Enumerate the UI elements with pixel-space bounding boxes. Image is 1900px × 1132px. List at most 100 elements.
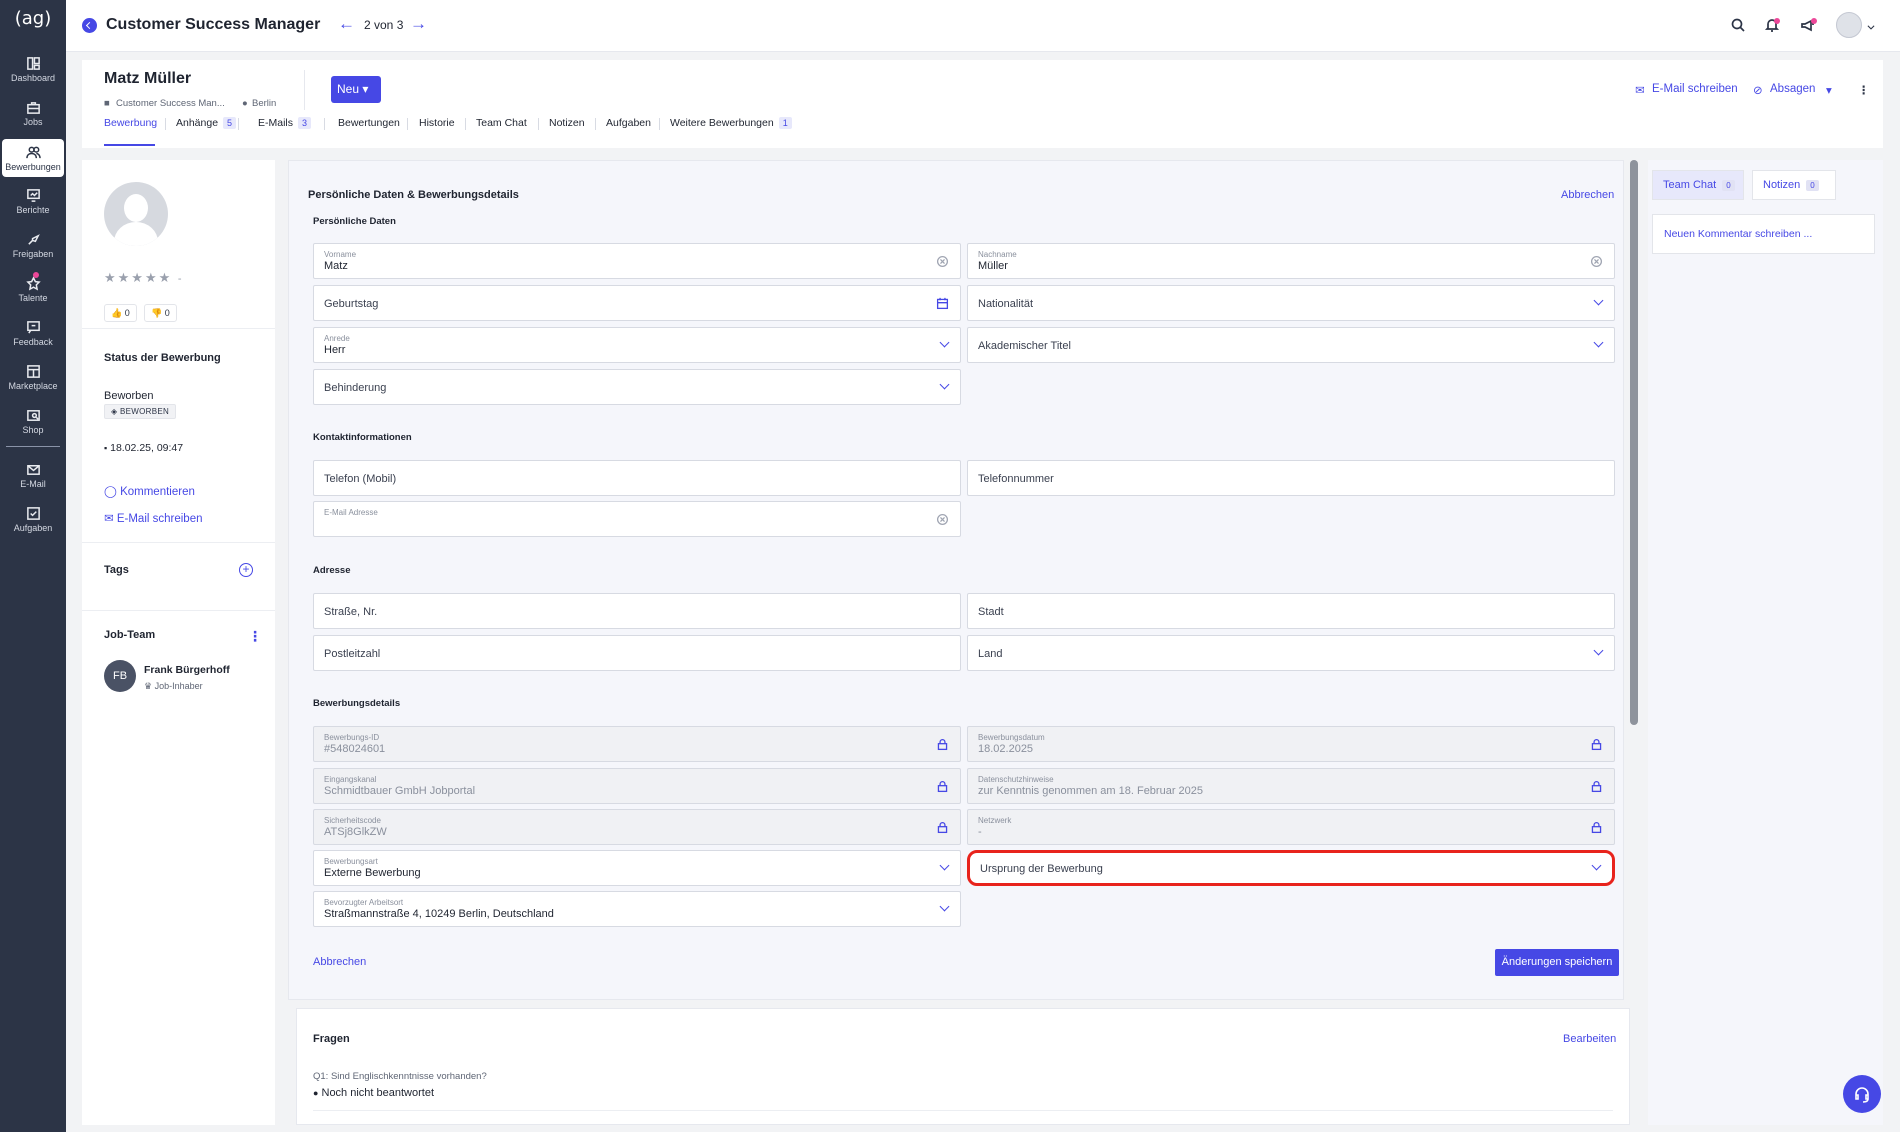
sidebar-item-email[interactable]: E-Mail bbox=[2, 456, 64, 494]
app-logo[interactable]: (ag) bbox=[0, 8, 66, 40]
dislike-button[interactable]: 👎 0 bbox=[144, 304, 177, 322]
tab-label: Bewertungen bbox=[338, 117, 400, 129]
comment-input[interactable]: Neuen Kommentar schreiben ... bbox=[1652, 214, 1875, 254]
field-label: Bewerbungs-ID bbox=[324, 733, 380, 742]
nachname-field[interactable]: Nachname Müller bbox=[967, 243, 1615, 279]
question-text: Q1: Sind Englischkenntnisse vorhanden? bbox=[313, 1071, 487, 1082]
status-badge: ◈ BEWORBEN bbox=[104, 404, 177, 419]
sidebar-item-shop[interactable]: Shop bbox=[2, 402, 64, 440]
scrollbar[interactable] bbox=[1630, 160, 1638, 725]
chevron-down-icon bbox=[939, 337, 950, 348]
tab-count-badge: 0 bbox=[1722, 180, 1735, 191]
search-icon[interactable] bbox=[1730, 17, 1748, 35]
tab-weitere-bewerbungen[interactable]: Weitere Bewerbungen 1 bbox=[670, 117, 792, 129]
tab-bewertungen[interactable]: Bewertungen bbox=[338, 117, 400, 129]
sidebar-item-jobs[interactable]: Jobs bbox=[2, 94, 64, 132]
cancel-link[interactable]: Abbrechen bbox=[1561, 189, 1614, 201]
divider bbox=[82, 328, 275, 329]
like-button[interactable]: 👍 0 bbox=[104, 304, 137, 322]
clear-icon[interactable] bbox=[936, 255, 950, 269]
active-tab-indicator bbox=[104, 144, 155, 146]
ursprung-select[interactable]: Ursprung der Bewerbung bbox=[967, 850, 1615, 886]
nationalitaet-select[interactable]: Nationalität bbox=[967, 285, 1615, 321]
sidebar-item-aufgaben[interactable]: Aufgaben bbox=[2, 500, 64, 538]
land-select[interactable]: Land bbox=[967, 635, 1615, 671]
add-tag-button[interactable]: + bbox=[239, 563, 253, 577]
answer-value: Noch nicht beantwortet bbox=[321, 1087, 435, 1099]
new-button[interactable]: Neu ▾ bbox=[331, 76, 381, 103]
sidebar: (ag) Dashboard Jobs Bewerbungen Berichte… bbox=[0, 0, 66, 1132]
telefon-mobil-field[interactable]: Telefon (Mobil) bbox=[313, 460, 961, 496]
status-badge-label: BEWORBEN bbox=[119, 407, 170, 416]
job-team-heading: Job-Team bbox=[104, 629, 156, 641]
sidebar-item-freigaben[interactable]: Freigaben bbox=[2, 226, 64, 264]
section-heading: Kontaktinformationen bbox=[313, 432, 412, 443]
email-field[interactable]: E-Mail Adresse bbox=[313, 501, 961, 537]
sidebar-item-dashboard[interactable]: Dashboard bbox=[2, 50, 64, 88]
sidebar-item-bewerbungen[interactable]: Bewerbungen bbox=[2, 139, 64, 177]
right-panel: Team Chat 0 Notizen 0 Neuen Kommentar schr… bbox=[1648, 160, 1883, 1125]
reject-link[interactable]: Absagen bbox=[1770, 83, 1815, 95]
info-icon: ● bbox=[313, 1088, 319, 1098]
sidebar-item-feedback[interactable]: Feedback bbox=[2, 314, 64, 352]
tab-notizen[interactable]: Notizen bbox=[549, 117, 585, 129]
tab-emails[interactable]: E-Mails 3 bbox=[258, 117, 312, 129]
field-value: #548024601 bbox=[324, 743, 386, 755]
users-icon bbox=[2, 142, 64, 162]
back-arrow-icon[interactable] bbox=[82, 18, 97, 33]
tab-team-chat[interactable]: Team Chat bbox=[476, 117, 527, 129]
tab-notizen[interactable]: Notizen 0 bbox=[1752, 170, 1836, 200]
telefonnummer-field[interactable]: Telefonnummer bbox=[967, 460, 1615, 496]
save-button[interactable]: Änderungen speichern bbox=[1495, 949, 1619, 976]
briefcase-icon bbox=[2, 97, 64, 117]
arbeitsort-select[interactable]: Bevorzugter Arbeitsort Straßmannstraße 4… bbox=[313, 891, 961, 927]
divider bbox=[82, 610, 275, 611]
bewerbungsart-select[interactable]: Bewerbungsart Externe Bewerbung bbox=[313, 850, 961, 886]
cancel-link[interactable]: Abbrechen bbox=[313, 956, 366, 968]
status-date: ▪ 18.02.25, 09:47 bbox=[104, 442, 183, 454]
sidebar-item-marketplace[interactable]: Marketplace bbox=[2, 358, 64, 396]
field-label: Sicherheitscode bbox=[324, 816, 381, 825]
chevron-down-icon[interactable] bbox=[1866, 20, 1884, 38]
rating-stars[interactable]: ★★★★★ - bbox=[104, 270, 182, 286]
field-placeholder: Telefon (Mobil) bbox=[324, 473, 397, 485]
tab-anhaenge[interactable]: Anhänge 5 bbox=[176, 117, 237, 129]
postleitzahl-field[interactable]: Postleitzahl bbox=[313, 635, 961, 671]
field-placeholder: Straße, Nr. bbox=[324, 606, 378, 618]
tab-aufgaben[interactable]: Aufgaben bbox=[606, 117, 651, 129]
sidebar-item-label: E-Mail bbox=[20, 479, 46, 489]
tab-historie[interactable]: Historie bbox=[419, 117, 455, 129]
tab-label: Aufgaben bbox=[606, 117, 651, 129]
previous-arrow-icon[interactable]: ← bbox=[338, 14, 355, 34]
chevron-down-icon[interactable]: ▾ bbox=[1826, 83, 1832, 97]
edit-link[interactable]: Bearbeiten bbox=[1563, 1033, 1616, 1045]
anrede-select[interactable]: Anrede Herr bbox=[313, 327, 961, 363]
user-avatar[interactable] bbox=[1836, 12, 1862, 38]
geburtstag-field[interactable]: Geburtstag bbox=[313, 285, 961, 321]
form-title: Persönliche Daten & Bewerbungsdetails bbox=[308, 189, 519, 201]
sidebar-item-berichte[interactable]: Berichte bbox=[2, 182, 64, 220]
clear-icon[interactable] bbox=[1590, 255, 1604, 269]
tasks-icon bbox=[2, 503, 64, 523]
calendar-icon[interactable] bbox=[936, 297, 950, 311]
tab-team-chat[interactable]: Team Chat 0 bbox=[1652, 170, 1744, 200]
clear-icon[interactable] bbox=[936, 513, 950, 527]
chart-icon bbox=[2, 185, 64, 205]
strasse-field[interactable]: Straße, Nr. bbox=[313, 593, 961, 629]
tab-bewerbung[interactable]: Bewerbung bbox=[104, 117, 157, 129]
vorname-field[interactable]: Vorname Matz bbox=[313, 243, 961, 279]
akademischer-titel-select[interactable]: Akademischer Titel bbox=[967, 327, 1615, 363]
sidebar-item-label: Freigaben bbox=[12, 249, 54, 259]
chat-icon: ◯ bbox=[104, 486, 117, 498]
email-write-link[interactable]: ✉ E-Mail schreiben bbox=[104, 511, 203, 525]
more-vertical-icon[interactable]: ⋮ bbox=[1858, 83, 1870, 97]
comment-link[interactable]: ◯ Kommentieren bbox=[104, 484, 195, 498]
stadt-field[interactable]: Stadt bbox=[967, 593, 1615, 629]
behinderung-select[interactable]: Behinderung bbox=[313, 369, 961, 405]
support-button[interactable] bbox=[1843, 1075, 1881, 1113]
notification-dot bbox=[1811, 18, 1817, 24]
more-vertical-icon[interactable]: ⋮ bbox=[248, 628, 262, 645]
next-arrow-icon[interactable]: → bbox=[410, 14, 427, 34]
email-write-link[interactable]: E-Mail schreiben bbox=[1652, 83, 1738, 95]
tab-label: Historie bbox=[419, 117, 455, 129]
